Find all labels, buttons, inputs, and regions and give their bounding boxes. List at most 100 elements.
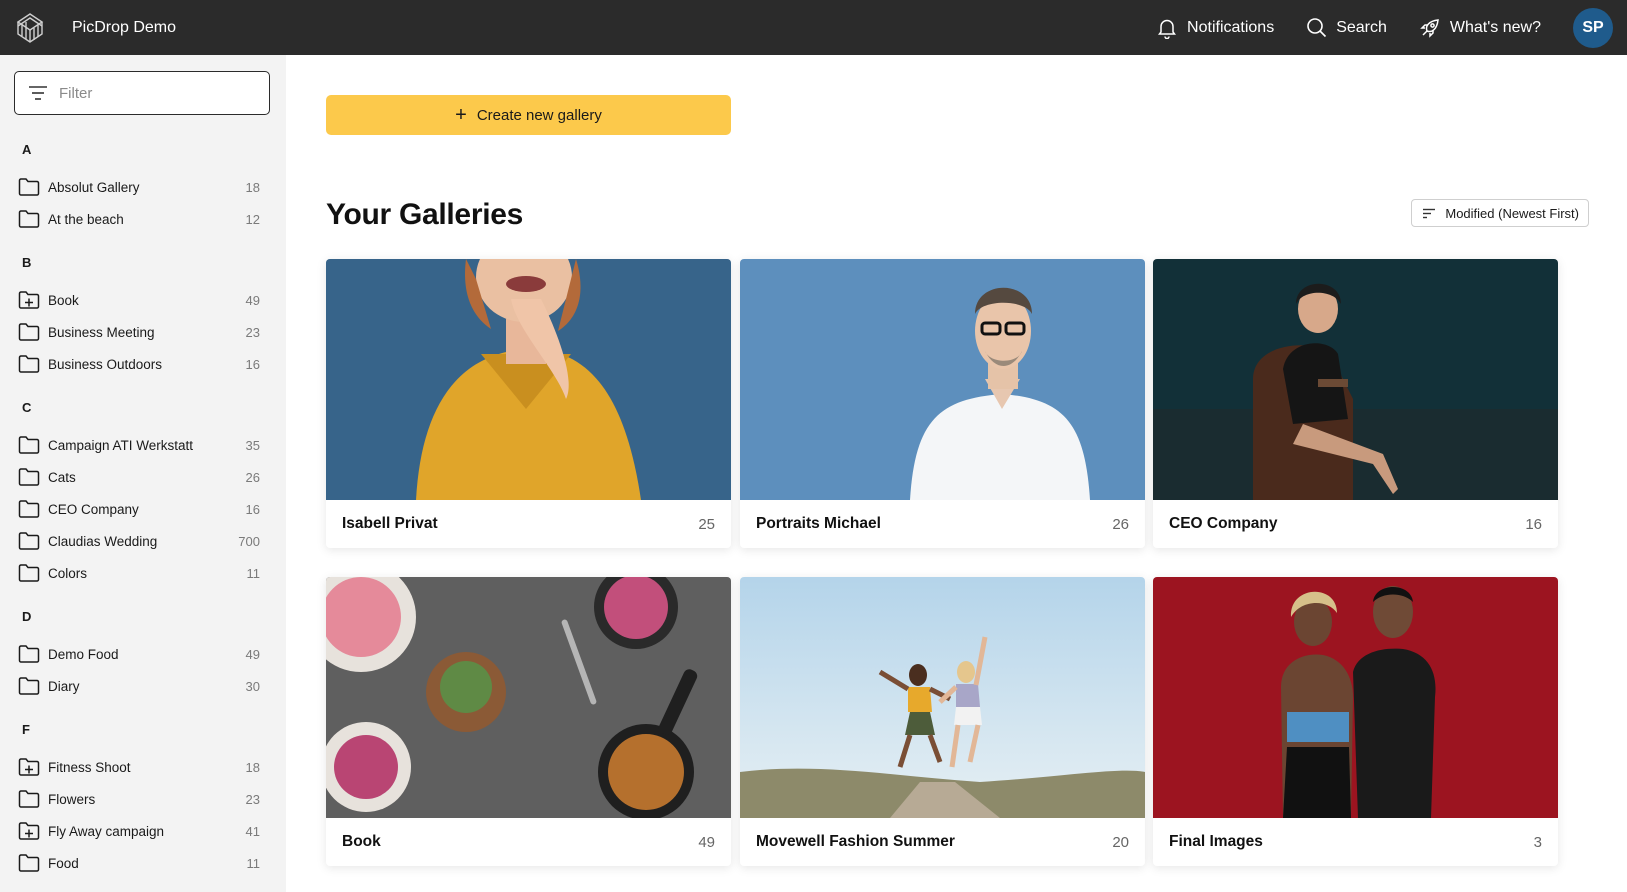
sidebar-item-count: 23	[245, 324, 260, 340]
sidebar-item[interactable]: Colors 11	[0, 557, 286, 589]
sidebar-item-count: 12	[245, 211, 260, 227]
sidebar-section-c: C Campaign ATI Werkstatt 35 Cats 26 CEO Compa…	[0, 399, 286, 608]
gallery-card[interactable]: Movewell Fashion Summer 20	[740, 577, 1145, 866]
main-content: + Create new gallery Your Galleries Modi…	[286, 55, 1627, 892]
sidebar-item-count: 41	[245, 823, 260, 839]
sidebar-item[interactable]: At the beach 12	[0, 203, 286, 235]
sidebar-item-count: 11	[246, 565, 261, 581]
notifications-button[interactable]: Notifications	[1156, 17, 1274, 39]
businesswoman-armchair-photo[interactable]	[1153, 259, 1558, 500]
gallery-card-footer: Final Images 3	[1153, 818, 1558, 866]
sidebar-item-label: Flowers	[48, 791, 96, 807]
top-bar: PicDrop Demo Notifications Search What's…	[0, 0, 1627, 55]
sidebar-item-count: 11	[246, 855, 261, 871]
gallery-card[interactable]: Final Images 3	[1153, 577, 1558, 866]
gallery-card-footer: Isabell Privat 25	[326, 500, 731, 548]
sidebar-item-count: 16	[245, 501, 260, 517]
sidebar-item[interactable]: Fly Away campaign 41	[0, 815, 286, 847]
filter-input[interactable]	[59, 84, 239, 102]
sidebar-item[interactable]: Demo Food 49	[0, 638, 286, 670]
picdrop-logo-icon[interactable]	[14, 10, 46, 44]
sidebar-item[interactable]: Claudias Wedding 700	[0, 525, 286, 557]
section-letter: F	[22, 722, 30, 737]
search-label: Search	[1336, 18, 1387, 36]
sidebar-section-f: F Fitness Shoot 18 Flowers 23 Fly Away campai…	[0, 721, 286, 892]
sidebar-item[interactable]: Absolut Gallery 18	[0, 171, 286, 203]
sidebar-item-label: Claudias Wedding	[48, 533, 158, 549]
food-table-flatlay-photo[interactable]	[326, 577, 731, 818]
gallery-card[interactable]: Isabell Privat 25	[326, 259, 731, 548]
sidebar-item[interactable]: CEO Company 16	[0, 493, 286, 525]
athletes-red-background-photo[interactable]	[1153, 577, 1558, 818]
folder-icon	[18, 563, 48, 583]
sidebar-item-label: Absolut Gallery	[48, 179, 140, 195]
folder-icon	[18, 676, 48, 696]
gallery-photo-count: 49	[698, 833, 715, 851]
sidebar-item-label: CEO Company	[48, 501, 139, 517]
section-letter: D	[22, 609, 32, 624]
sidebar-item-label: Business Meeting	[48, 324, 155, 340]
search-button[interactable]: Search	[1306, 17, 1387, 38]
gallery-nav-list: A Absolut Gallery 18 At the beach 12 B Book 49 B…	[0, 141, 286, 892]
sidebar-item-label: Business Outdoors	[48, 356, 163, 372]
gallery-card[interactable]: Portraits Michael 26	[740, 259, 1145, 548]
folder-icon	[18, 322, 48, 342]
sidebar-item[interactable]: Cats 26	[0, 461, 286, 493]
sidebar-item-label: Fly Away campaign	[48, 823, 165, 839]
filter-field[interactable]	[14, 71, 270, 115]
sidebar-item[interactable]: Food 11	[0, 847, 286, 879]
gallery-title: Movewell Fashion Summer	[756, 833, 955, 850]
folder-icon	[18, 354, 48, 374]
sidebar-item-count: 18	[245, 759, 260, 775]
sidebar-item-count: 35	[245, 437, 260, 453]
section-letter: C	[22, 400, 32, 415]
sort-dropdown[interactable]: Modified (Newest First)	[1411, 199, 1589, 227]
sidebar-item-count: 30	[245, 678, 260, 694]
folder-icon	[18, 435, 48, 455]
two-women-jumping-photo[interactable]	[740, 577, 1145, 818]
sidebar-item[interactable]: Book 49	[0, 284, 286, 316]
folder-icon	[18, 467, 48, 487]
sort-label: Modified (Newest First)	[1445, 205, 1579, 221]
gallery-photo-count: 20	[1112, 833, 1129, 851]
sidebar-section-b: B Book 49 Business Meeting 23 Business Outdoo…	[0, 254, 286, 399]
sort-icon	[1423, 208, 1436, 218]
gallery-card[interactable]: CEO Company 16	[1153, 259, 1558, 548]
gallery-card[interactable]: Book 49	[326, 577, 731, 866]
sidebar-item[interactable]: Diary 30	[0, 670, 286, 702]
folder-icon	[18, 531, 48, 551]
folder-icon	[18, 853, 48, 873]
sidebar-item-count: 26	[245, 469, 260, 485]
sidebar-item-label: Diary	[48, 678, 80, 694]
search-icon	[1307, 18, 1327, 38]
sidebar-item[interactable]: Business Meeting 23	[0, 316, 286, 348]
folder-icon	[18, 789, 48, 809]
create-gallery-button[interactable]: + Create new gallery	[326, 95, 731, 135]
sidebar-item[interactable]: Fitness Shoot 18	[0, 751, 286, 783]
folder-plus-icon	[18, 757, 48, 777]
gallery-photo-count: 25	[698, 515, 715, 533]
rocket-icon	[1420, 18, 1439, 38]
whats-new-label: What's new?	[1449, 18, 1541, 36]
sidebar-item-label: Cats	[48, 469, 76, 485]
sidebar: AAbsolut Gallery18At the beach12BBook49B…	[0, 55, 286, 892]
filter-icon	[29, 86, 47, 100]
user-avatar[interactable]: SP	[1573, 7, 1613, 48]
app-title[interactable]: PicDrop Demo	[72, 0, 176, 55]
gallery-card-footer: Movewell Fashion Summer 20	[740, 818, 1145, 866]
woman-yellow-shirt-laughing-photo[interactable]	[326, 259, 731, 500]
notifications-label: Notifications	[1187, 18, 1275, 36]
folder-icon	[18, 644, 48, 664]
plus-icon: +	[455, 104, 467, 126]
man-white-shirt-portrait-photo[interactable]	[740, 259, 1145, 500]
folder-icon	[18, 209, 48, 229]
folder-icon	[18, 177, 48, 197]
sidebar-item-label: Campaign ATI Werkstatt	[48, 437, 194, 453]
folder-icon	[18, 499, 48, 519]
gallery-photo-count: 3	[1533, 833, 1542, 851]
sidebar-item[interactable]: Business Outdoors 16	[0, 348, 286, 380]
sidebar-item[interactable]: Flowers 23	[0, 783, 286, 815]
gallery-title: CEO Company	[1169, 515, 1278, 532]
whats-new-button[interactable]: What's new?	[1419, 17, 1541, 39]
sidebar-item[interactable]: Campaign ATI Werkstatt 35	[0, 429, 286, 461]
